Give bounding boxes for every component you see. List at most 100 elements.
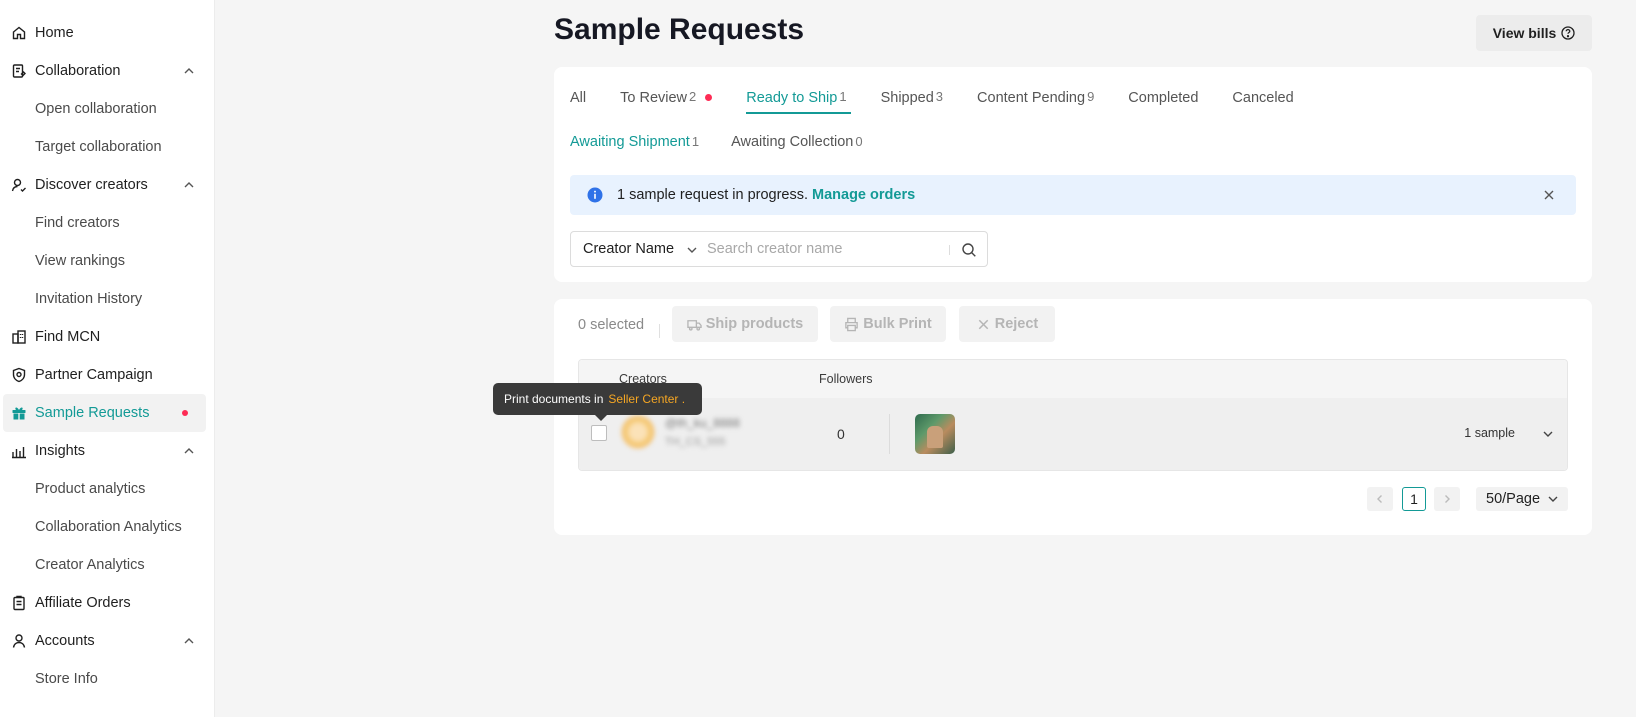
page-size-select[interactable]: 50/Page <box>1476 487 1568 511</box>
sidebar-item-label: Collaboration <box>35 63 121 79</box>
tab-label: Completed <box>1128 90 1199 106</box>
subtab-label: Awaiting Collection <box>731 134 854 150</box>
sidebar-item-store-info[interactable]: Store Info <box>0 660 214 698</box>
sidebar-item-view-rankings[interactable]: View rankings <box>0 242 214 280</box>
info-banner: 1 sample request in progress. Manage ord… <box>570 175 1576 215</box>
sidebar-item-collaboration-analytics[interactable]: Collaboration Analytics <box>0 508 214 546</box>
chevron-down-icon[interactable] <box>1541 427 1555 441</box>
status-tabs: All To Review 2 Ready to Ship 1 Shipped 3 C… <box>570 89 1328 114</box>
tooltip-text: Print documents in <box>504 392 604 406</box>
user-search-icon <box>11 177 27 193</box>
search-input[interactable] <box>707 232 947 266</box>
ship-products-button[interactable]: Ship products <box>672 306 818 342</box>
tab-count: 1 <box>839 89 847 104</box>
tab-label: To Review <box>620 90 688 106</box>
chart-icon <box>11 443 27 459</box>
sample-count: 1 sample <box>1464 426 1515 440</box>
column-header-followers: Followers <box>819 372 873 386</box>
sidebar-item-sample-requests[interactable]: Sample Requests <box>3 394 206 432</box>
chevron-up-icon[interactable] <box>182 178 196 192</box>
page-number[interactable]: 1 <box>1402 487 1426 511</box>
tab-label: Ready to Ship <box>746 90 838 106</box>
sidebar-item-creator-analytics[interactable]: Creator Analytics <box>0 546 214 584</box>
tab-count: 3 <box>935 89 944 104</box>
search-icon[interactable] <box>961 242 977 258</box>
close-icon <box>978 319 988 329</box>
seller-center-link[interactable]: Seller Center . <box>608 392 685 406</box>
search-field-select[interactable]: Creator Name <box>571 232 707 266</box>
subtab-awaiting-collection[interactable]: Awaiting Collection 0 <box>731 134 862 150</box>
subtab-awaiting-shipment[interactable]: Awaiting Shipment 1 <box>570 134 699 150</box>
view-bills-button[interactable]: View bills <box>1476 15 1592 51</box>
sidebar-item-open-collaboration[interactable]: Open collaboration <box>0 90 214 128</box>
tab-content-pending[interactable]: Content Pending 9 <box>977 89 1095 114</box>
tab-label: All <box>570 90 587 106</box>
sidebar-item-insights[interactable]: Insights <box>0 432 214 470</box>
building-icon <box>11 329 27 345</box>
help-circle-icon <box>1561 26 1575 40</box>
gift-icon <box>11 405 27 421</box>
sidebar-item-find-mcn[interactable]: Find MCN <box>0 318 214 356</box>
sidebar-item-label: Find MCN <box>35 329 101 345</box>
prev-page-button[interactable] <box>1367 487 1393 511</box>
sidebar-item-discover-creators[interactable]: Discover creators <box>0 166 214 204</box>
printer-icon <box>845 317 859 331</box>
sidebar-item-label: Discover creators <box>35 177 148 193</box>
page-title: Sample Requests <box>554 13 805 46</box>
filter-card: All To Review 2 Ready to Ship 1 Shipped 3 C… <box>554 67 1592 282</box>
subtab-label: Awaiting Shipment <box>570 134 690 150</box>
chevron-down-icon <box>1548 496 1558 502</box>
reject-label: Reject <box>994 316 1039 332</box>
search-box: Creator Name <box>570 231 988 267</box>
sidebar-item-product-analytics[interactable]: Product analytics <box>0 470 214 508</box>
tab-ready-to-ship[interactable]: Ready to Ship 1 <box>746 89 851 114</box>
search-field-label: Creator Name <box>583 241 675 257</box>
sidebar-item-affiliate-orders[interactable]: Affiliate Orders <box>0 584 214 622</box>
sidebar-item-partner-campaign[interactable]: Partner Campaign <box>0 356 214 394</box>
tab-canceled[interactable]: Canceled <box>1232 90 1293 114</box>
ship-products-label: Ship products <box>705 316 804 332</box>
home-icon <box>11 25 27 41</box>
selected-count: 0 selected <box>578 317 645 333</box>
tab-count: 9 <box>1087 89 1095 104</box>
sidebar-item-accounts[interactable]: Accounts <box>0 622 214 660</box>
tab-to-review[interactable]: To Review 2 <box>620 89 713 114</box>
bulk-print-button[interactable]: Bulk Print <box>830 306 946 342</box>
chevron-up-icon[interactable] <box>182 64 196 78</box>
page-size-label: 50/Page <box>1486 491 1541 507</box>
tab-count: 2 <box>689 89 697 104</box>
row-checkbox[interactable] <box>591 425 607 441</box>
tab-shipped[interactable]: Shipped 3 <box>881 89 944 114</box>
subtab-count: 0 <box>855 134 863 149</box>
sidebar-item-collaboration[interactable]: Collaboration <box>0 52 214 90</box>
sidebar-item-home[interactable]: Home <box>0 14 214 52</box>
chevron-right-icon <box>1445 495 1450 503</box>
sidebar-item-label: Accounts <box>35 633 95 649</box>
chevron-up-icon[interactable] <box>182 634 196 648</box>
sidebar-item-invitation-history[interactable]: Invitation History <box>0 280 214 318</box>
banner-text: 1 sample request in progress. <box>617 187 809 203</box>
sidebar-item-find-creators[interactable]: Find creators <box>0 204 214 242</box>
creator-name: @th_ku_8888 <box>665 416 740 430</box>
tab-completed[interactable]: Completed <box>1128 90 1198 114</box>
creator-handle: TH_CS_555 <box>665 436 726 448</box>
sidebar-item-target-collaboration[interactable]: Target collaboration <box>0 128 214 166</box>
sidebar-item-label: Partner Campaign <box>35 367 153 383</box>
manage-orders-link[interactable]: Manage orders <box>812 187 915 203</box>
print-tooltip: Print documents in Seller Center . <box>493 383 702 421</box>
results-card: 0 selected Ship products Bulk Print Reje… <box>554 299 1592 535</box>
truck-icon <box>687 319 702 331</box>
collaboration-icon <box>11 63 27 79</box>
tab-all[interactable]: All <box>570 90 586 114</box>
info-icon <box>587 187 603 203</box>
next-page-button[interactable] <box>1434 487 1460 511</box>
close-icon[interactable] <box>1542 188 1556 202</box>
sub-tabs: Awaiting Shipment 1 Awaiting Collection 0 <box>570 134 895 150</box>
reject-button[interactable]: Reject <box>959 306 1055 342</box>
product-thumbnail <box>915 414 955 454</box>
chevron-up-icon[interactable] <box>182 444 196 458</box>
tab-label: Canceled <box>1232 90 1294 106</box>
table-header: Creators Followers <box>579 360 1567 398</box>
table-row[interactable]: @th_ku_8888 TH_CS_555 0 1 sample <box>579 398 1567 470</box>
clipboard-icon <box>11 595 27 611</box>
